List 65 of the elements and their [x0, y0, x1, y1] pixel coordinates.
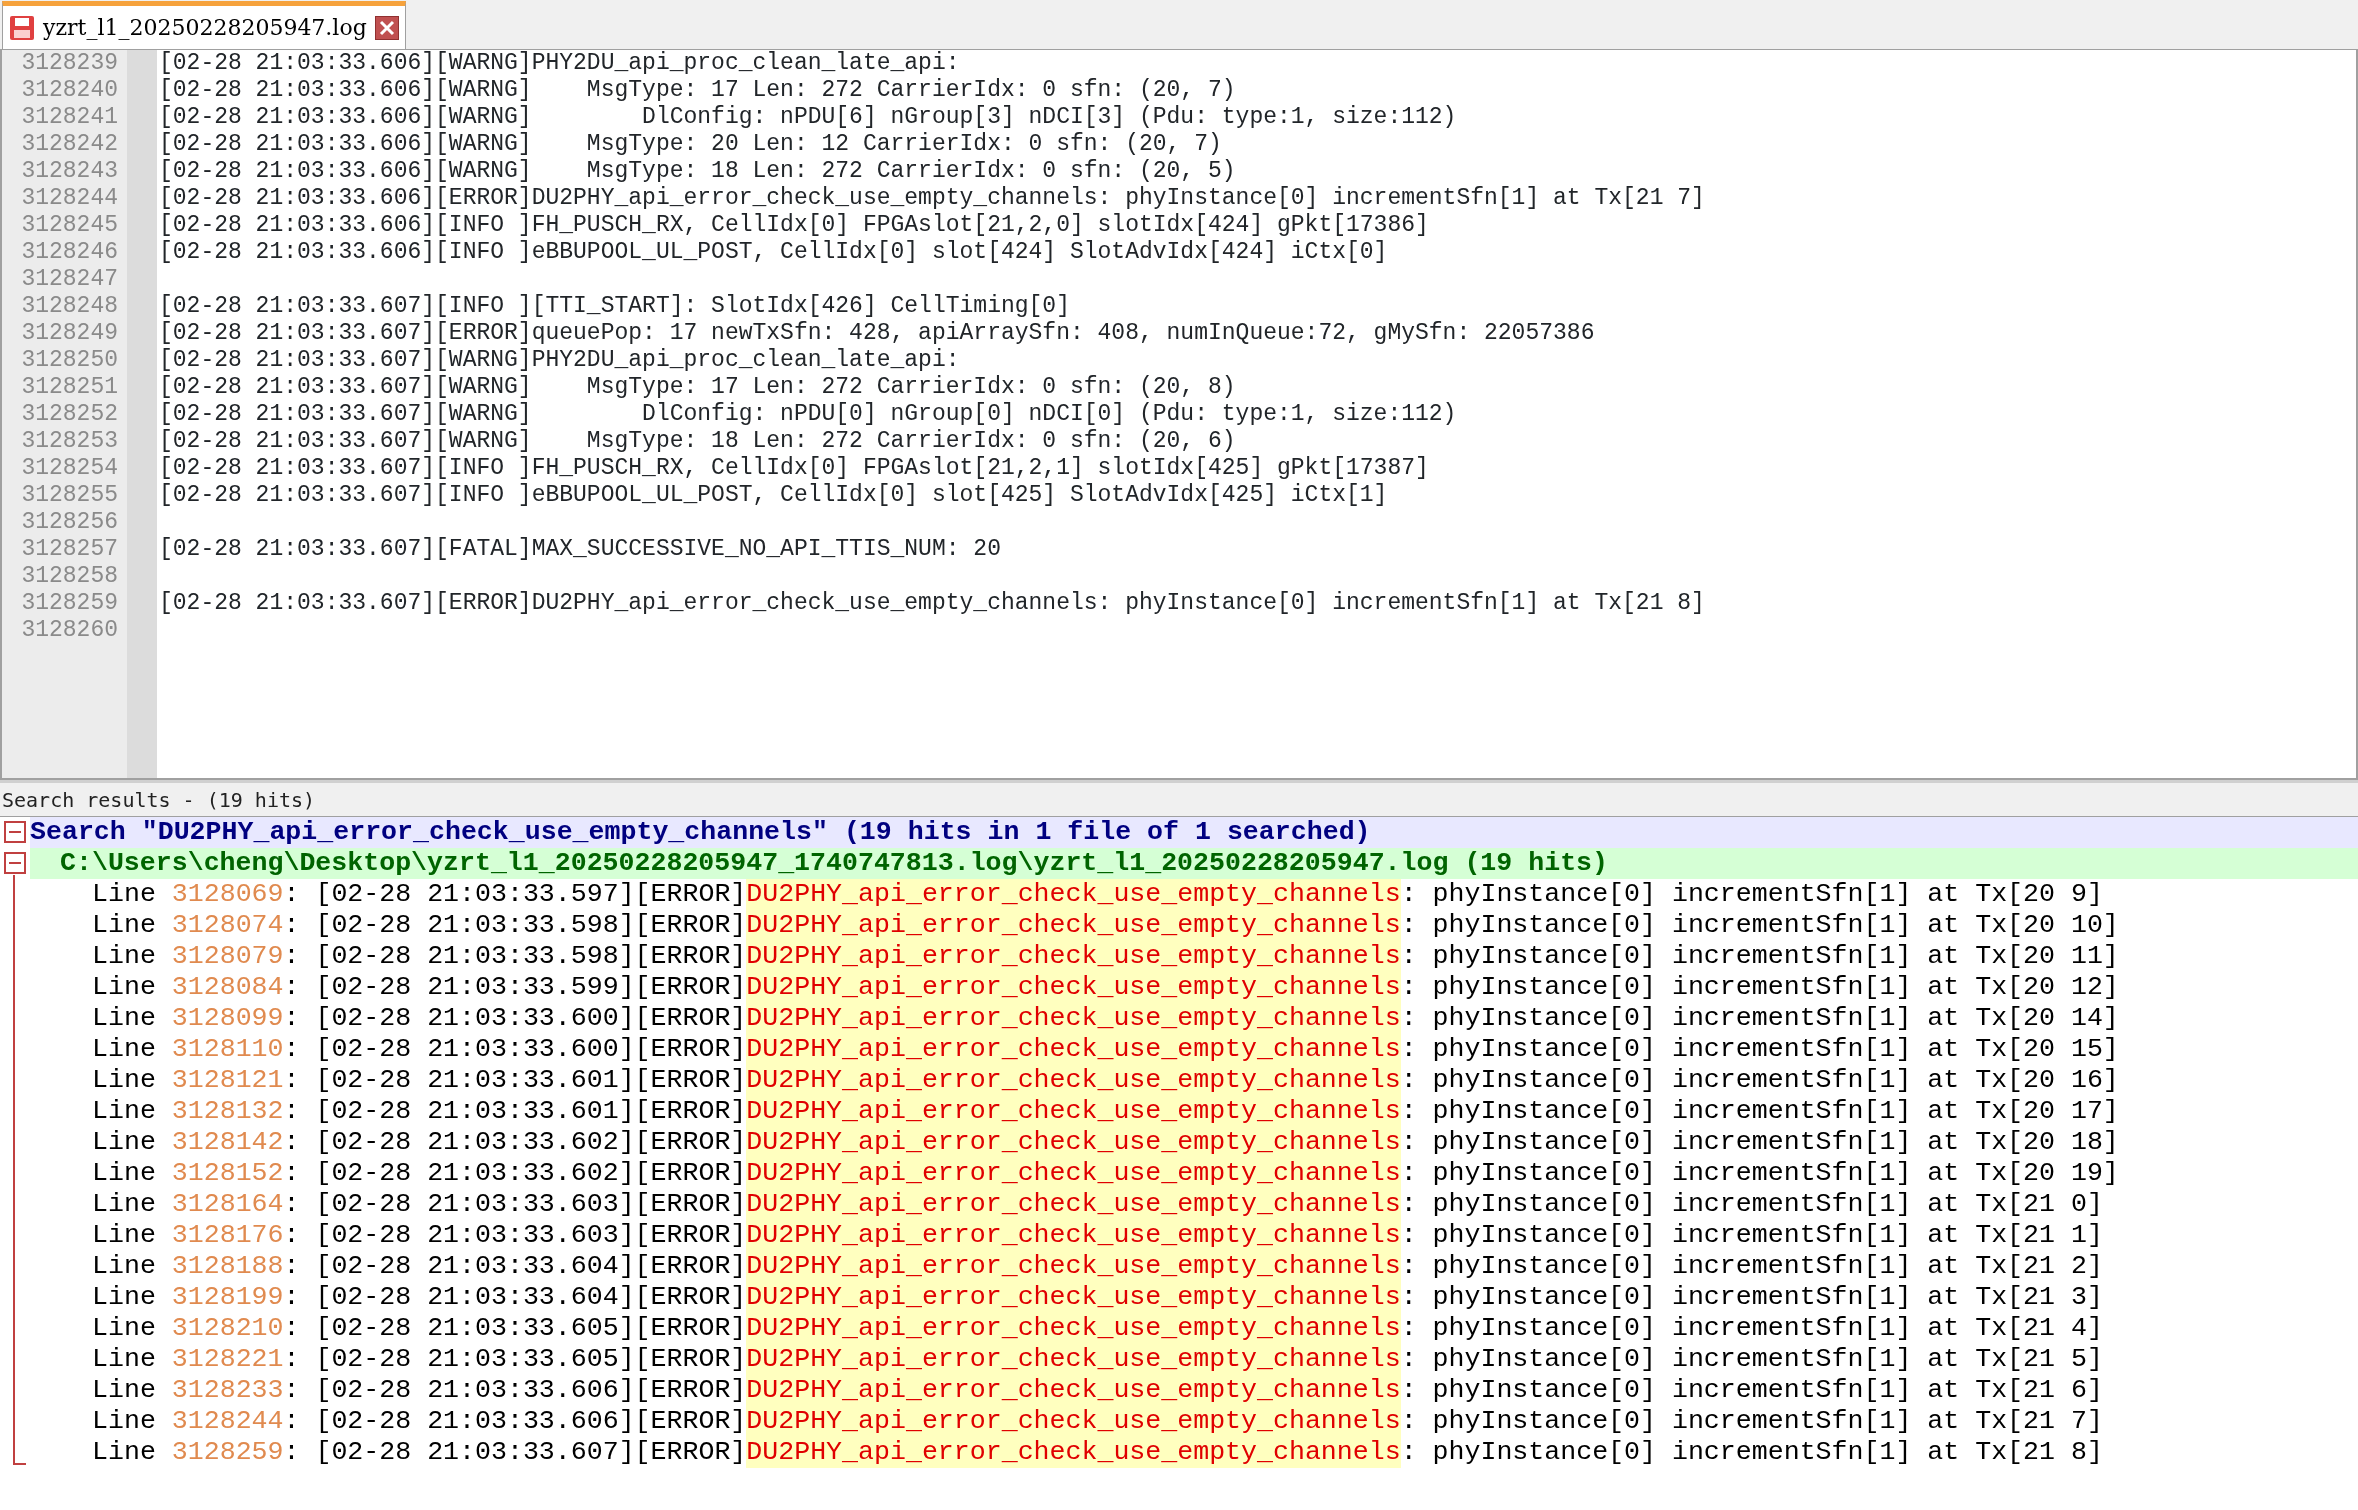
code-line: [02-28 21:03:33.606][WARNG] MsgType: 18 Len: 272 CarrierIdx: 0 sfn: (20, 5) — [159, 158, 1237, 185]
close-icon[interactable] — [374, 15, 399, 40]
line-number: 3128240 — [20, 77, 119, 104]
search-result-line[interactable]: Line 3128199: [02-28 21:03:33.604][ERROR]DU2PHY_api_error_check_use_empty_channels: phyInstance[0] incrementSfn[1] at Tx[21 3] — [30, 1282, 2358, 1313]
code-line: [02-28 21:03:33.607][ERROR]queuePop: 17 newTxSfn: 428, apiArraySfn: 408, numInQueue:72, gMySfn: 22057386 — [159, 320, 1596, 347]
save-icon — [9, 14, 35, 41]
line-number: 3128241 — [20, 104, 119, 131]
search-result-line[interactable]: Line 3128142: [02-28 21:03:33.602][ERROR]DU2PHY_api_error_check_use_empty_channels: phyInstance[0] incrementSfn[1] at Tx[20 18] — [30, 1127, 2358, 1158]
line-number: 3128243 — [20, 158, 119, 185]
line-number: 3128250 — [20, 347, 119, 374]
search-result-line[interactable]: Line 3128259: [02-28 21:03:33.607][ERROR]DU2PHY_api_error_check_use_empty_channels: phyInstance[0] incrementSfn[1] at Tx[21 8] — [30, 1437, 2358, 1468]
code-line: [02-28 21:03:33.606][WARNG] DlConfig: nPDU[6] nGroup[3] nDCI[3] (Pdu: type:1, size:112) — [159, 104, 1458, 131]
code-line: [02-28 21:03:33.606][WARNG] MsgType: 17 Len: 272 CarrierIdx: 0 sfn: (20, 7) — [159, 77, 1237, 104]
code-line: [02-28 21:03:33.606][INFO ]FH_PUSCH_RX, CellIdx[0] FPGAslot[21,2,0] slotIdx[424] gPkt[17386] — [159, 212, 1430, 239]
code-line: [02-28 21:03:33.607][WARNG] MsgType: 17 Len: 272 CarrierIdx: 0 sfn: (20, 8) — [159, 374, 1237, 401]
line-number: 3128247 — [20, 266, 119, 293]
line-number: 3128257 — [20, 536, 119, 563]
search-result-line[interactable]: Line 3128152: [02-28 21:03:33.602][ERROR]DU2PHY_api_error_check_use_empty_channels: phyInstance[0] incrementSfn[1] at Tx[20 19] — [30, 1158, 2358, 1189]
search-result-line[interactable]: Line 3128233: [02-28 21:03:33.606][ERROR]DU2PHY_api_error_check_use_empty_channels: phyInstance[0] incrementSfn[1] at Tx[21 6] — [30, 1375, 2358, 1406]
code-line: [02-28 21:03:33.607][WARNG]PHY2DU_api_proc_clean_late_api: — [159, 347, 961, 374]
line-number: 3128239 — [20, 50, 119, 77]
code-line: [02-28 21:03:33.606][INFO ]eBBUPOOL_UL_POST, CellIdx[0] slot[424] SlotAdvIdx[424] iCtx[0] — [159, 239, 1389, 266]
search-result-line[interactable]: Line 3128188: [02-28 21:03:33.604][ERROR]DU2PHY_api_error_check_use_empty_channels: phyInstance[0] incrementSfn[1] at Tx[21 2] — [30, 1251, 2358, 1282]
line-number: 3128248 — [20, 293, 119, 320]
code-line: [02-28 21:03:33.607][WARNG] MsgType: 18 Len: 272 CarrierIdx: 0 sfn: (20, 6) — [159, 428, 1237, 455]
search-result-line[interactable]: Line 3128079: [02-28 21:03:33.598][ERROR]DU2PHY_api_error_check_use_empty_channels: phyInstance[0] incrementSfn[1] at Tx[20 11] — [30, 941, 2358, 972]
line-number: 3128242 — [20, 131, 119, 158]
search-result-line[interactable]: Line 3128176: [02-28 21:03:33.603][ERROR]DU2PHY_api_error_check_use_empty_channels: phyInstance[0] incrementSfn[1] at Tx[21 1] — [30, 1220, 2358, 1251]
line-number: 3128245 — [20, 212, 119, 239]
code-line: [02-28 21:03:33.607][WARNG] DlConfig: nPDU[0] nGroup[0] nDCI[0] (Pdu: type:1, size:112) — [159, 401, 1458, 428]
search-result-line[interactable]: Line 3128210: [02-28 21:03:33.605][ERROR]DU2PHY_api_error_check_use_empty_channels: phyInstance[0] incrementSfn[1] at Tx[21 4] — [30, 1313, 2358, 1344]
line-number: 3128252 — [20, 401, 119, 428]
code-line: [02-28 21:03:33.607][ERROR]DU2PHY_api_error_check_use_empty_channels: phyInstance[0] incrementSfn[1] at Tx[21 8] — [159, 590, 1706, 617]
code-line: [02-28 21:03:33.607][INFO ][TTI_START]: SlotIdx[426] CellTiming[0] — [159, 293, 1071, 320]
code-line: [02-28 21:03:33.606][WARNG]PHY2DU_api_proc_clean_late_api: — [159, 50, 961, 77]
search-result-line[interactable]: Line 3128164: [02-28 21:03:33.603][ERROR]DU2PHY_api_error_check_use_empty_channels: phyInstance[0] incrementSfn[1] at Tx[21 0] — [30, 1189, 2358, 1220]
search-result-line[interactable]: Line 3128084: [02-28 21:03:33.599][ERROR]DU2PHY_api_error_check_use_empty_channels: phyInstance[0] incrementSfn[1] at Tx[20 12] — [30, 972, 2358, 1003]
code-line: [02-28 21:03:33.607][INFO ]FH_PUSCH_RX, CellIdx[0] FPGAslot[21,2,1] slotIdx[425] gPkt[17387] — [159, 455, 1430, 482]
search-result-line[interactable]: Line 3128244: [02-28 21:03:33.606][ERROR]DU2PHY_api_error_check_use_empty_channels: phyInstance[0] incrementSfn[1] at Tx[21 7] — [30, 1406, 2358, 1437]
line-number: 3128246 — [20, 239, 119, 266]
code-line: [02-28 21:03:33.607][INFO ]eBBUPOOL_UL_POST, CellIdx[0] slot[425] SlotAdvIdx[425] iCtx[1] — [159, 482, 1389, 509]
search-result-line[interactable]: Line 3128221: [02-28 21:03:33.605][ERROR]DU2PHY_api_error_check_use_empty_channels: phyInstance[0] incrementSfn[1] at Tx[21 5] — [30, 1344, 2358, 1375]
search-result-line[interactable]: Line 3128074: [02-28 21:03:33.598][ERROR]DU2PHY_api_error_check_use_empty_channels: phyInstance[0] incrementSfn[1] at Tx[20 10] — [30, 910, 2358, 941]
line-number: 3128258 — [20, 563, 119, 590]
panel-title: Search results - (19 hits) — [0, 783, 2358, 817]
search-result-line[interactable]: Line 3128110: [02-28 21:03:33.600][ERROR]DU2PHY_api_error_check_use_empty_channels: phyInstance[0] incrementSfn[1] at Tx[20 15] — [30, 1034, 2358, 1065]
line-number: 3128251 — [20, 374, 119, 401]
collapse-icon[interactable] — [4, 821, 26, 843]
line-number: 3128254 — [20, 455, 119, 482]
line-number: 3128249 — [20, 320, 119, 347]
line-number: 3128256 — [20, 509, 119, 536]
search-result-line[interactable]: Line 3128121: [02-28 21:03:33.601][ERROR]DU2PHY_api_error_check_use_empty_channels: phyInstance[0] incrementSfn[1] at Tx[20 16] — [30, 1065, 2358, 1096]
line-number: 3128260 — [20, 617, 119, 644]
line-number: 3128244 — [20, 185, 119, 212]
search-result-line[interactable]: Line 3128069: [02-28 21:03:33.597][ERROR]DU2PHY_api_error_check_use_empty_channels: phyInstance[0] incrementSfn[1] at Tx[20 9] — [30, 879, 2358, 910]
search-result-line[interactable]: Line 3128099: [02-28 21:03:33.600][ERROR]DU2PHY_api_error_check_use_empty_channels: phyInstance[0] incrementSfn[1] at Tx[20 14] — [30, 1003, 2358, 1034]
line-number: 3128255 — [20, 482, 119, 509]
line-number: 3128259 — [20, 590, 119, 617]
code-line: [02-28 21:03:33.606][ERROR]DU2PHY_api_error_check_use_empty_channels: phyInstance[0] incrementSfn[1] at Tx[21 7] — [159, 185, 1706, 212]
code-line: [02-28 21:03:33.607][FATAL]MAX_SUCCESSIVE_NO_API_TTIS_NUM: 20 — [159, 536, 1002, 563]
line-number: 3128253 — [20, 428, 119, 455]
search-result-line[interactable]: Line 3128132: [02-28 21:03:33.601][ERROR]DU2PHY_api_error_check_use_empty_channels: phyInstance[0] incrementSfn[1] at Tx[20 17] — [30, 1096, 2358, 1127]
code-line: [02-28 21:03:33.606][WARNG] MsgType: 20 Len: 12 CarrierIdx: 0 sfn: (20, 7) — [159, 131, 1223, 158]
file-tab[interactable]: yzrt_l1_20250228205947.log — [2, 1, 406, 49]
collapse-icon[interactable] — [4, 852, 26, 874]
